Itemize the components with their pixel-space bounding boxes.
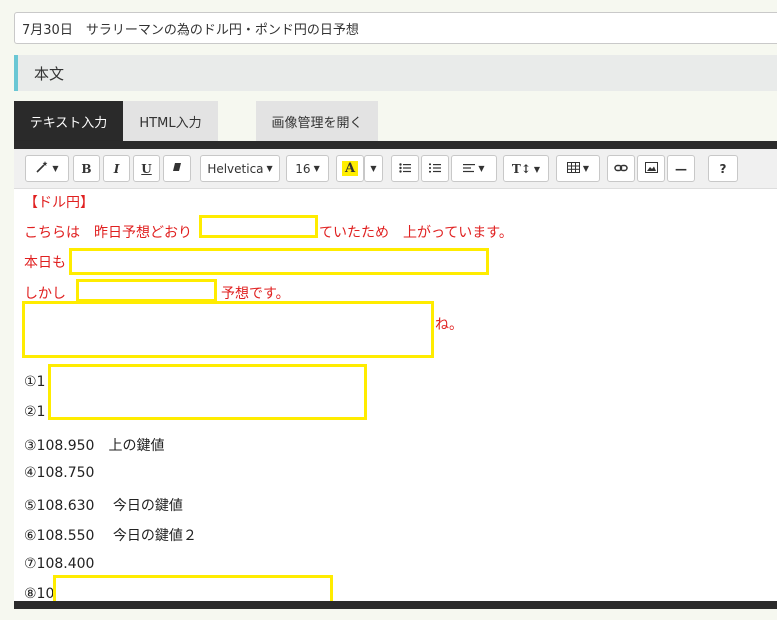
editor-frame-bottom bbox=[14, 601, 777, 609]
redaction-box bbox=[48, 364, 367, 420]
content-line-1-prefix: こちらは 昨日予想どおり bbox=[24, 225, 192, 241]
redaction-box bbox=[22, 301, 434, 358]
bold-button[interactable]: B bbox=[73, 155, 100, 182]
font-color-button[interactable]: A bbox=[336, 155, 364, 182]
picture-icon bbox=[644, 161, 658, 176]
list-item: ⑦108.400 bbox=[24, 556, 95, 572]
eraser-icon bbox=[171, 161, 183, 176]
content-line-2-prefix: 本日も bbox=[24, 255, 66, 271]
content-line-4-suffix: ね。 bbox=[435, 317, 463, 333]
align-dropdown[interactable]: ▼ bbox=[451, 155, 497, 182]
chevron-down-icon: ▼ bbox=[266, 164, 273, 173]
numbered-list-button[interactable] bbox=[421, 155, 449, 182]
chevron-down-icon: ▼ bbox=[52, 164, 59, 173]
chevron-down-icon: ▼ bbox=[533, 163, 541, 174]
font-size-label: 16 bbox=[295, 161, 311, 176]
font-color-label: A bbox=[341, 161, 359, 176]
magic-wand-button[interactable]: ▼ bbox=[25, 155, 69, 182]
editor-content[interactable]: 【ドル円】 こちらは 昨日予想どおり ていたため 上がっています。 本日も しか… bbox=[14, 189, 777, 601]
list-item: ⑥108.550 今日の鍵値２ bbox=[24, 528, 197, 544]
redaction-box bbox=[53, 575, 333, 601]
redaction-box bbox=[199, 215, 318, 238]
bullet-list-button[interactable] bbox=[391, 155, 419, 182]
tab-text-input[interactable]: テキスト入力 bbox=[14, 101, 123, 141]
redaction-box bbox=[69, 248, 489, 275]
eraser-button[interactable] bbox=[163, 155, 191, 182]
post-title-input[interactable] bbox=[14, 12, 777, 44]
body-section-header: 本文 bbox=[14, 55, 777, 91]
italic-button[interactable]: I bbox=[103, 155, 130, 182]
help-button[interactable]: ? bbox=[708, 155, 738, 182]
redaction-box bbox=[76, 279, 217, 302]
list-item: ③108.950 上の鍵値 bbox=[24, 438, 165, 454]
editor-toolbar: ▼ B I U Helvetica ▼ 16 ▼ A ▼ ▼ T↕ ▼ ▼ — … bbox=[14, 149, 777, 189]
list-item: ⑤108.630 今日の鍵値 bbox=[24, 498, 183, 514]
open-image-manager-button[interactable]: 画像管理を開く bbox=[256, 101, 378, 141]
align-left-icon bbox=[463, 162, 476, 176]
font-color-dropdown[interactable]: ▼ bbox=[364, 155, 383, 182]
editor-frame-top bbox=[14, 141, 777, 149]
font-family-label: Helvetica bbox=[207, 161, 264, 176]
font-size-dropdown[interactable]: 16 ▼ bbox=[286, 155, 329, 182]
chevron-down-icon: ▼ bbox=[582, 164, 590, 173]
link-icon bbox=[614, 162, 628, 176]
chevron-down-icon: ▼ bbox=[478, 164, 485, 173]
list-item: ⑧10 bbox=[24, 586, 55, 601]
underline-button[interactable]: U bbox=[133, 155, 160, 182]
content-line-3-suffix: 予想です。 bbox=[221, 286, 290, 302]
chevron-down-icon: ▼ bbox=[313, 164, 320, 173]
heading-dollar-yen: 【ドル円】 bbox=[24, 195, 94, 211]
section-label: 本文 bbox=[34, 65, 65, 83]
content-line-1-suffix: ていたため 上がっています。 bbox=[319, 225, 513, 241]
table-dropdown[interactable]: ▼ bbox=[556, 155, 600, 182]
font-family-dropdown[interactable]: Helvetica ▼ bbox=[200, 155, 280, 182]
text-size-dropdown[interactable]: T↕ ▼ bbox=[503, 155, 549, 182]
tab-html-input[interactable]: HTML入力 bbox=[123, 101, 218, 141]
list-item: ④108.750 bbox=[24, 465, 95, 481]
list-item: ①1 bbox=[24, 374, 46, 390]
numbered-list-icon bbox=[429, 162, 441, 176]
table-icon bbox=[566, 161, 580, 176]
chevron-down-icon: ▼ bbox=[370, 164, 377, 173]
bullet-list-icon bbox=[399, 162, 411, 176]
magic-wand-icon bbox=[35, 160, 49, 177]
link-button[interactable] bbox=[607, 155, 635, 182]
horizontal-rule-button[interactable]: — bbox=[667, 155, 695, 182]
text-size-label: T↕ bbox=[511, 161, 531, 176]
content-line-3-prefix: しかし bbox=[24, 286, 66, 302]
picture-button[interactable] bbox=[637, 155, 665, 182]
list-item: ②1 bbox=[24, 404, 46, 420]
